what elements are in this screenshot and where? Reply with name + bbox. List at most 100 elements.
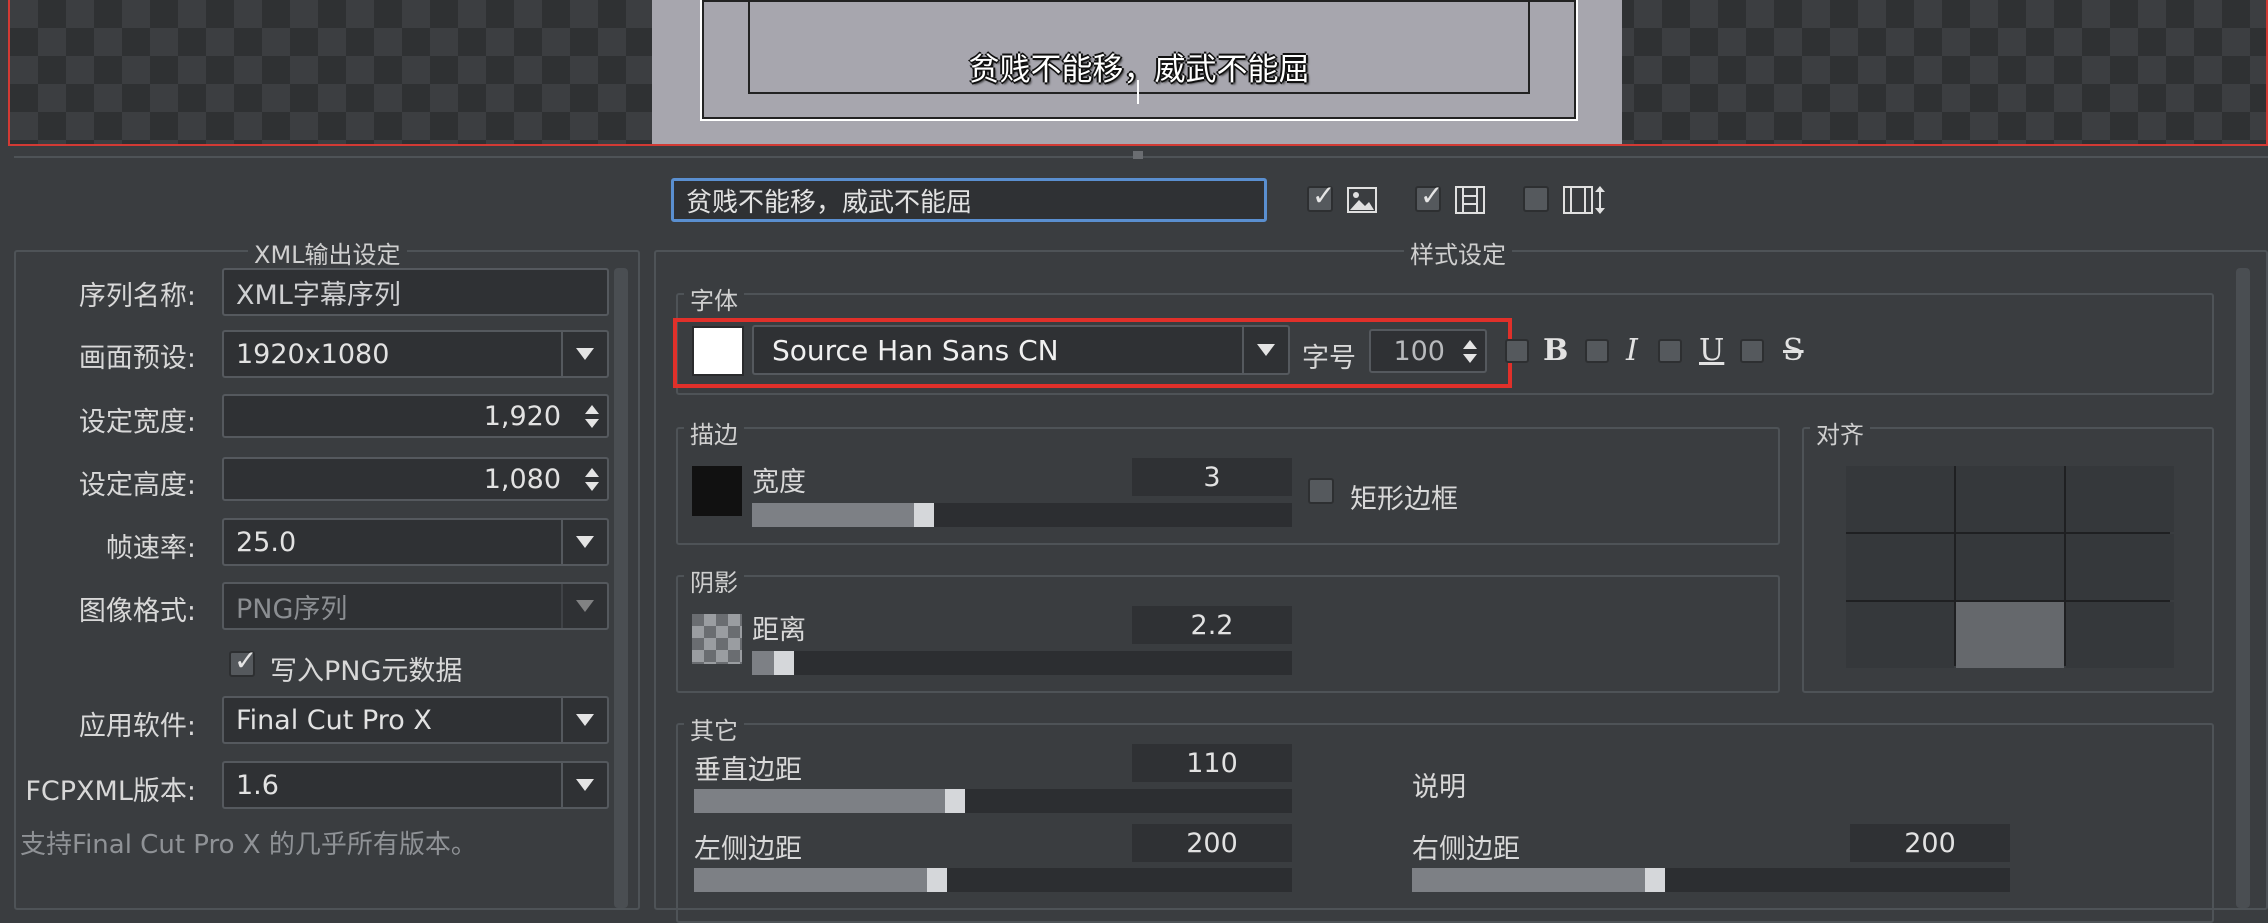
vmargin-label: 垂直边距 xyxy=(694,755,802,786)
rect-border-label: 矩形边框 xyxy=(1350,484,1458,515)
right-margin-label: 右侧边距 xyxy=(1412,834,1520,865)
fcpxml-value: 1.6 xyxy=(236,769,279,801)
slider-thumb[interactable] xyxy=(1645,868,1666,892)
font-name: Source Han Sans CN xyxy=(772,333,1059,367)
stroke-group-title: 描边 xyxy=(684,415,744,450)
align-top-center[interactable] xyxy=(1956,466,2064,532)
chevron-down-icon[interactable] xyxy=(1242,327,1288,373)
subtitle-text-input[interactable]: 贫贱不能移，威武不能屈 xyxy=(671,178,1267,222)
bold-checkbox[interactable] xyxy=(1505,339,1529,363)
app-value: Final Cut Pro X xyxy=(236,704,432,736)
align-group-title: 对齐 xyxy=(1810,415,1870,450)
show-height-checkbox[interactable] xyxy=(1523,186,1549,212)
stroke-width-value[interactable]: 3 xyxy=(1132,458,1292,496)
vmargin-slider[interactable] xyxy=(694,789,1292,813)
size-label: 字号 xyxy=(1302,343,1356,374)
vmargin-value[interactable]: 110 xyxy=(1132,744,1292,782)
other-group-title: 其它 xyxy=(684,711,744,746)
stepper-arrows-icon[interactable] xyxy=(577,459,607,499)
fps-value: 25.0 xyxy=(236,526,297,558)
align-bottom-center[interactable] xyxy=(1956,602,2064,668)
italic-checkbox[interactable] xyxy=(1585,339,1609,363)
strike-checkbox[interactable] xyxy=(1740,339,1764,363)
right-margin-value[interactable]: 200 xyxy=(1850,824,2010,862)
rect-border-checkbox[interactable] xyxy=(1308,478,1334,504)
fcpxml-select[interactable]: 1.6 xyxy=(222,761,609,809)
fps-label: 帧速率: xyxy=(105,533,196,564)
left-margin-label: 左侧边距 xyxy=(694,834,802,865)
align-middle-center[interactable] xyxy=(1956,534,2064,600)
fps-select[interactable]: 25.0 xyxy=(222,518,609,566)
film-frame-icon xyxy=(1455,186,1485,218)
seq-name-input[interactable]: XML字幕序列 xyxy=(222,268,609,316)
shadow-group-title: 阴影 xyxy=(684,563,744,598)
slider-fill xyxy=(752,651,774,675)
underline-label: U xyxy=(1699,333,1725,368)
splitter-handle[interactable] xyxy=(1133,151,1143,159)
height-stepper[interactable]: 1,080 xyxy=(222,457,609,501)
stroke-color-swatch[interactable] xyxy=(692,466,742,516)
width-stepper[interactable]: 1,920 xyxy=(222,394,609,438)
stepper-arrows-icon[interactable] xyxy=(577,396,607,436)
slider-thumb[interactable] xyxy=(773,651,794,675)
stroke-width-label: 宽度 xyxy=(752,467,806,498)
chevron-down-icon[interactable] xyxy=(561,698,607,742)
size-stepper[interactable]: 100 xyxy=(1369,329,1487,373)
align-middle-right[interactable] xyxy=(2066,534,2174,600)
fcpxml-note: 支持Final Cut Pro X 的几乎所有版本。 xyxy=(20,830,477,860)
align-grid[interactable] xyxy=(1846,466,2174,668)
size-value: 100 xyxy=(1393,335,1445,367)
preset-value: 1920x1080 xyxy=(236,338,390,370)
xml-output-title: XML输出设定 xyxy=(248,235,407,270)
chevron-down-icon[interactable] xyxy=(561,584,607,628)
stepper-arrows-icon[interactable] xyxy=(1455,331,1485,371)
font-select[interactable]: Source Han Sans CN xyxy=(752,325,1290,375)
left-margin-value[interactable]: 200 xyxy=(1132,824,1292,862)
left-panel-scrollbar[interactable] xyxy=(614,268,628,908)
seq-name-label: 序列名称: xyxy=(78,281,196,312)
bold-label: B xyxy=(1543,333,1569,368)
show-frame-checkbox[interactable]: ✓ xyxy=(1415,182,1443,212)
style-title: 样式设定 xyxy=(1404,235,1512,270)
align-top-left[interactable] xyxy=(1846,466,1954,532)
font-group-title: 字体 xyxy=(684,281,744,316)
show-image-checkbox[interactable]: ✓ xyxy=(1307,182,1335,212)
preset-select[interactable]: 1920x1080 xyxy=(222,330,609,378)
align-bottom-left[interactable] xyxy=(1846,602,1954,668)
slider-thumb[interactable] xyxy=(945,789,966,813)
align-middle-left[interactable] xyxy=(1846,534,1954,600)
shadow-dist-slider[interactable] xyxy=(752,651,1292,675)
height-label: 设定高度: xyxy=(78,470,196,501)
png-metadata-label: 写入PNG元数据 xyxy=(270,656,463,687)
format-value: PNG序列 xyxy=(236,593,348,625)
other-group xyxy=(676,723,2214,923)
stroke-width-slider[interactable] xyxy=(752,503,1292,527)
align-bottom-right[interactable] xyxy=(2066,602,2174,668)
underline-checkbox[interactable] xyxy=(1658,339,1682,363)
italic-label: I xyxy=(1626,333,1638,368)
chevron-down-icon[interactable] xyxy=(561,520,607,564)
height-value: 1,080 xyxy=(483,463,561,495)
png-metadata-checkbox[interactable]: ✓ xyxy=(229,647,257,677)
text-cursor xyxy=(1137,80,1139,104)
app-label: 应用软件: xyxy=(78,711,196,742)
shadow-dist-value[interactable]: 2.2 xyxy=(1132,606,1292,644)
font-color-swatch[interactable] xyxy=(692,326,744,376)
left-margin-slider[interactable] xyxy=(694,868,1292,892)
right-margin-slider[interactable] xyxy=(1412,868,2010,892)
slider-thumb[interactable] xyxy=(914,503,934,527)
align-top-right[interactable] xyxy=(2066,466,2174,532)
image-icon xyxy=(1347,187,1377,217)
format-select[interactable]: PNG序列 xyxy=(222,582,609,630)
fcpxml-label: FCPXML版本: xyxy=(25,776,196,807)
chevron-down-icon[interactable] xyxy=(561,763,607,807)
slider-fill xyxy=(694,868,934,892)
film-height-icon xyxy=(1563,184,1607,220)
shadow-color-swatch[interactable] xyxy=(692,614,742,664)
format-label: 图像格式: xyxy=(78,596,196,627)
right-panel-scrollbar[interactable] xyxy=(2236,268,2250,908)
slider-fill xyxy=(752,503,914,527)
chevron-down-icon[interactable] xyxy=(561,332,607,376)
slider-thumb[interactable] xyxy=(927,868,948,892)
app-select[interactable]: Final Cut Pro X xyxy=(222,696,609,744)
